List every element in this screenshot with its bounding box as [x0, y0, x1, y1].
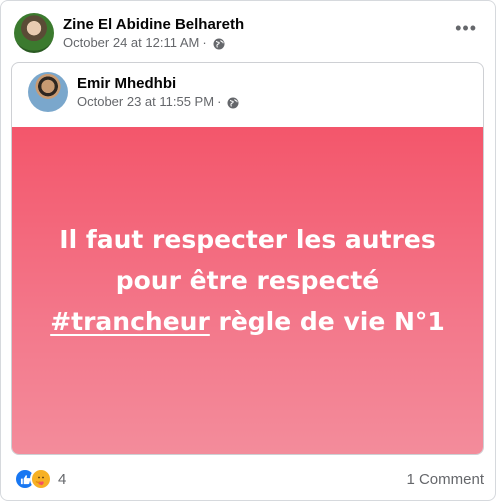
text-background-post: Il faut respecter les autres pour être r…	[12, 127, 483, 454]
post-text-line-3-rest: règle de vie N°1	[209, 307, 445, 336]
shared-meta-separator: ·	[217, 94, 222, 109]
shared-post-meta: October 23 at 11:55 PM ·	[77, 93, 239, 110]
globe-icon[interactable]	[227, 96, 239, 108]
author-avatar[interactable]	[14, 13, 54, 53]
shared-post-header: Emir Mhedhbi October 23 at 11:55 PM ·	[28, 72, 239, 112]
shared-author-avatar[interactable]	[28, 72, 68, 112]
author-info: Zine El Abidine Belhareth October 24 at …	[63, 15, 244, 51]
post-text-line-1: Il faut respecter les autres	[59, 225, 436, 254]
meta-separator: ·	[202, 35, 207, 50]
hashtag-link[interactable]: #trancheur	[50, 307, 210, 336]
shared-author-info: Emir Mhedhbi October 23 at 11:55 PM ·	[77, 74, 239, 110]
post-text-line-3: #trancheur règle de vie N°1	[50, 301, 445, 342]
post-footer: 4 1 Comment	[14, 467, 484, 491]
shared-post[interactable]: Emir Mhedhbi October 23 at 11:55 PM · Il…	[11, 62, 484, 455]
post-text-line-2: pour être respecté	[115, 266, 380, 295]
shared-post-timestamp[interactable]: October 23 at 11:55 PM	[77, 93, 214, 110]
post-text: Il faut respecter les autres pour être r…	[30, 219, 465, 342]
post-card: Zine El Abidine Belhareth October 24 at …	[0, 0, 496, 501]
reaction-count[interactable]: 4	[58, 471, 66, 488]
post-header: Zine El Abidine Belhareth October 24 at …	[14, 11, 244, 55]
comments-count-link[interactable]: 1 Comment	[406, 471, 484, 488]
care-icon[interactable]	[30, 468, 52, 490]
post-meta: October 24 at 12:11 AM ·	[63, 34, 244, 51]
author-name[interactable]: Zine El Abidine Belhareth	[63, 15, 244, 34]
globe-icon[interactable]	[213, 37, 225, 49]
shared-author-name[interactable]: Emir Mhedhbi	[77, 74, 239, 93]
post-timestamp[interactable]: October 24 at 12:11 AM	[63, 34, 199, 51]
more-options-icon[interactable]: •••	[455, 19, 477, 37]
